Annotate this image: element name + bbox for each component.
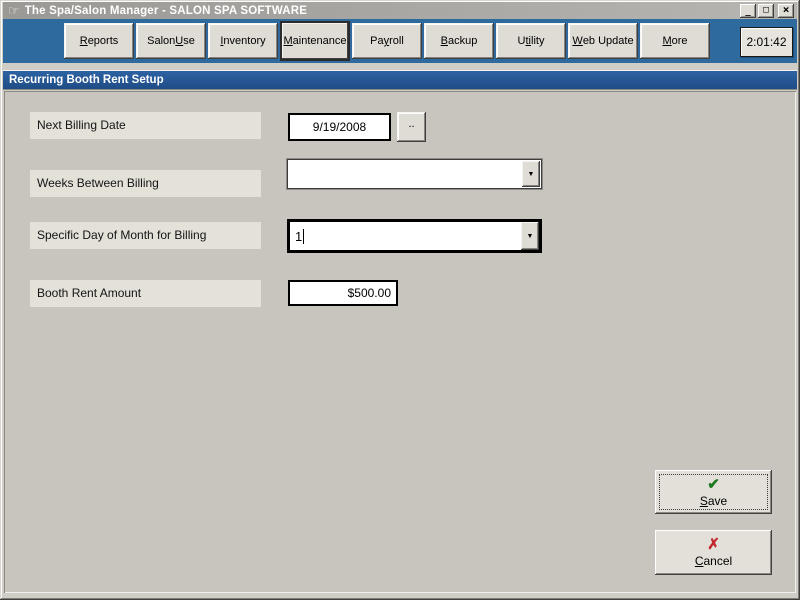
specific-day-text: 1: [295, 229, 302, 244]
window-title: The Spa/Salon Manager - SALON SPA SOFTWA…: [25, 5, 738, 17]
label-specific-day: Specific Day of Month for Billing: [30, 222, 261, 249]
save-button-label: Save: [700, 494, 727, 508]
date-browse-button[interactable]: ..: [397, 112, 426, 142]
page-title: Recurring Booth Rent Setup: [3, 70, 797, 90]
cancel-button[interactable]: ✗ Cancel: [655, 530, 772, 575]
toolbar-button-reports[interactable]: Reports: [64, 23, 134, 59]
label-next-billing-date: Next Billing Date: [30, 112, 261, 139]
cancel-button-label: Cancel: [695, 554, 732, 568]
dropdown-arrow-icon[interactable]: ▼: [521, 222, 539, 250]
minimize-icon: _: [745, 7, 750, 17]
label-weeks-between-billing: Weeks Between Billing: [30, 170, 261, 197]
check-icon: ✔: [707, 477, 720, 493]
toolbar-button-more[interactable]: More: [640, 23, 710, 59]
toolbar-button-utility[interactable]: Utility: [496, 23, 566, 59]
toolbar-button-salon-use[interactable]: Salon Use: [136, 23, 206, 59]
specific-day-value: 1: [290, 229, 521, 244]
toolbar-button-maintenance[interactable]: Maintenance: [280, 21, 350, 61]
toolbar-button-payroll[interactable]: Payroll: [352, 23, 422, 59]
dropdown-arrow-icon[interactable]: ▼: [522, 161, 540, 187]
x-icon: ✗: [707, 537, 720, 553]
minimize-button[interactable]: _: [740, 4, 756, 18]
specific-day-dropdown[interactable]: 1 ▼: [287, 219, 542, 253]
save-button[interactable]: ✔ Save: [655, 470, 772, 514]
form-area: Next Billing Date .. Weeks Between Billi…: [4, 91, 796, 593]
app-window: ☞ The Spa/Salon Manager - SALON SPA SOFT…: [0, 0, 800, 600]
toolbar-button-inventory[interactable]: Inventory: [208, 23, 278, 59]
toolbar-button-web-update[interactable]: Web Update: [568, 23, 638, 59]
maximize-button[interactable]: □: [758, 4, 774, 18]
titlebar: ☞ The Spa/Salon Manager - SALON SPA SOFT…: [3, 2, 797, 19]
booth-rent-amount-input[interactable]: [288, 280, 398, 306]
label-booth-rent-amount: Booth Rent Amount: [30, 280, 261, 307]
weeks-between-billing-dropdown[interactable]: ▼: [287, 159, 542, 189]
clock-display: 2:01:42: [740, 27, 793, 57]
next-billing-date-input[interactable]: [288, 113, 391, 141]
toolbar-buttons: Reports Salon Use Inventory Maintenance …: [64, 23, 710, 61]
close-button[interactable]: ×: [778, 4, 794, 18]
toolbar: Reports Salon Use Inventory Maintenance …: [3, 19, 797, 63]
app-icon: ☞: [8, 4, 20, 17]
toolbar-button-backup[interactable]: Backup: [424, 23, 494, 59]
text-cursor: [303, 229, 304, 244]
